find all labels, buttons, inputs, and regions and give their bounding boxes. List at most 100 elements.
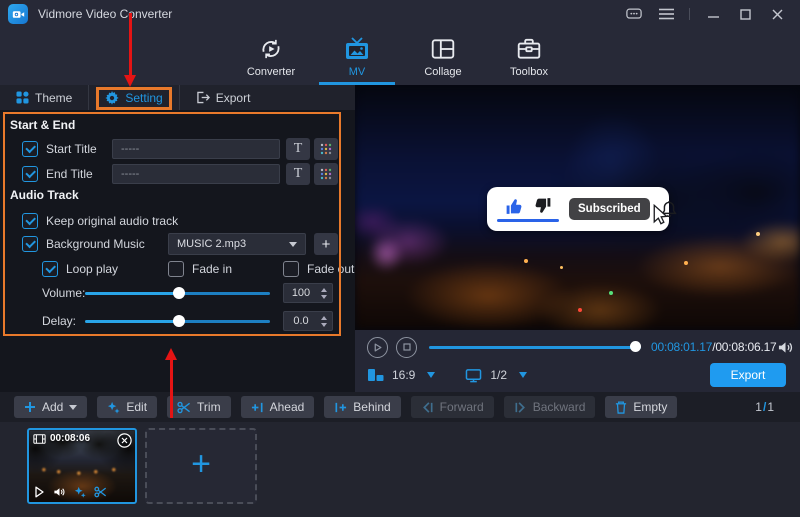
delay-spinbox[interactable]: 0.0 <box>283 311 333 331</box>
background-music-row: Background Music <box>22 233 145 255</box>
chevron-down-icon <box>69 405 77 410</box>
subscribed-button: Subscribed <box>569 198 650 220</box>
trash-icon <box>615 401 627 414</box>
tab-theme[interactable]: Theme <box>0 85 88 110</box>
backward-button[interactable]: Backward <box>504 396 596 418</box>
play-button[interactable] <box>367 337 388 358</box>
tab-collage[interactable]: Collage <box>415 28 471 85</box>
video-preview[interactable]: Subscribed <box>355 85 800 330</box>
insert-behind-icon <box>334 401 347 414</box>
text-style-icon: T <box>294 166 303 182</box>
mv-icon <box>343 36 371 62</box>
audio-track-header: Audio Track <box>10 188 79 202</box>
delay-slider[interactable] <box>85 311 270 331</box>
delay-slider-knob[interactable] <box>173 315 185 327</box>
ahead-button[interactable]: Ahead <box>241 396 315 418</box>
empty-button[interactable]: Empty <box>605 396 677 418</box>
titlebar-separator <box>689 8 690 20</box>
add-music-button[interactable]: + <box>314 233 338 255</box>
add-button[interactable]: Add <box>14 396 87 418</box>
volume-spinbox[interactable]: 100 <box>283 283 333 303</box>
converter-icon <box>258 36 284 62</box>
remove-clip-button[interactable] <box>117 433 132 448</box>
film-icon <box>33 434 46 444</box>
clip-trim-icon[interactable] <box>94 486 107 498</box>
clip-effect-icon[interactable] <box>74 486 86 498</box>
loop-play-checkbox[interactable] <box>42 261 58 277</box>
close-button[interactable] <box>768 6 786 22</box>
keep-original-checkbox[interactable] <box>22 213 38 229</box>
volume-slider[interactable] <box>85 283 270 303</box>
progress-knob[interactable] <box>630 341 641 352</box>
spin-down-icon[interactable] <box>321 295 327 299</box>
tab-toolbox[interactable]: Toolbox <box>501 28 557 85</box>
start-title-checkbox[interactable] <box>22 141 38 157</box>
title-bar: Vidmore Video Converter <box>0 0 800 28</box>
tab-toolbox-label: Toolbox <box>510 66 548 78</box>
end-title-input[interactable] <box>112 164 280 184</box>
start-title-input[interactable] <box>112 139 280 159</box>
spin-up-icon[interactable] <box>321 288 327 292</box>
feedback-icon[interactable] <box>625 6 643 22</box>
export-button[interactable]: Export <box>710 363 786 387</box>
start-title-color-button[interactable] <box>314 138 338 160</box>
clip-play-icon[interactable] <box>34 486 45 498</box>
volume-slider-knob[interactable] <box>173 287 185 299</box>
page-indicator: 1/2 <box>490 368 507 382</box>
behind-button[interactable]: Behind <box>324 396 400 418</box>
volume-icon[interactable] <box>777 340 794 355</box>
chevron-down-icon <box>289 242 297 247</box>
insert-ahead-icon <box>251 401 264 414</box>
delay-label: Delay: <box>42 311 76 331</box>
tab-export[interactable]: Export <box>179 85 267 110</box>
music-select[interactable]: MUSIC 2.mp3 <box>168 233 306 255</box>
theme-icon <box>16 91 29 104</box>
music-select-value: MUSIC 2.mp3 <box>177 238 246 250</box>
app-title: Vidmore Video Converter <box>38 7 172 21</box>
spin-up-icon[interactable] <box>321 316 327 320</box>
delay-value: 0.0 <box>284 315 318 327</box>
fade-out-checkbox[interactable] <box>283 261 299 277</box>
background-music-checkbox[interactable] <box>22 236 38 252</box>
clip-toolbar: Add Edit Trim Ahead Behind Forward Backw… <box>0 392 800 422</box>
menu-icon[interactable] <box>657 6 675 22</box>
backward-label: Backward <box>533 400 586 414</box>
tab-mv-label: MV <box>349 66 366 78</box>
trim-button[interactable]: Trim <box>167 396 231 418</box>
setting-panel: Start & End Start Title T End Title T Au… <box>0 110 355 392</box>
stop-button[interactable] <box>396 337 417 358</box>
fade-out-label: Fade out <box>307 262 354 276</box>
fade-in-checkbox[interactable] <box>168 261 184 277</box>
start-end-header: Start & End <box>10 118 75 132</box>
tab-converter-label: Converter <box>247 66 295 78</box>
volume-label: Volume: <box>42 283 85 303</box>
plus-icon <box>24 401 36 413</box>
end-title-color-button[interactable] <box>314 163 338 185</box>
clip-duration: 00:08:06 <box>50 433 90 444</box>
tab-collage-label: Collage <box>424 66 461 78</box>
counter-total: 1 <box>767 400 774 414</box>
setting-icon <box>105 91 119 105</box>
forward-button[interactable]: Forward <box>411 396 494 418</box>
start-title-font-button[interactable]: T <box>286 138 310 160</box>
end-title-checkbox[interactable] <box>22 166 38 182</box>
like-bar <box>497 219 559 222</box>
minimize-button[interactable] <box>704 6 722 22</box>
tab-mv[interactable]: MV <box>329 28 385 85</box>
end-title-font-button[interactable]: T <box>286 163 310 185</box>
aspect-ratio-icon <box>367 367 384 383</box>
clip-thumbnail[interactable]: 00:08:06 <box>27 428 137 504</box>
progress-slider[interactable] <box>429 340 641 354</box>
edit-effect-icon <box>107 401 120 414</box>
aspect-ratio-dropdown[interactable] <box>427 372 435 378</box>
spin-down-icon[interactable] <box>321 323 327 327</box>
page-dropdown[interactable] <box>519 372 527 378</box>
fade-out-option: Fade out <box>283 260 354 278</box>
add-clip-slot[interactable]: + <box>145 428 257 504</box>
tab-setting[interactable]: Setting <box>88 85 178 110</box>
maximize-button[interactable] <box>736 6 754 22</box>
clip-audio-icon[interactable] <box>53 486 66 498</box>
start-title-label: Start Title <box>46 142 97 156</box>
edit-button[interactable]: Edit <box>97 396 157 418</box>
tab-converter[interactable]: Converter <box>243 28 299 85</box>
